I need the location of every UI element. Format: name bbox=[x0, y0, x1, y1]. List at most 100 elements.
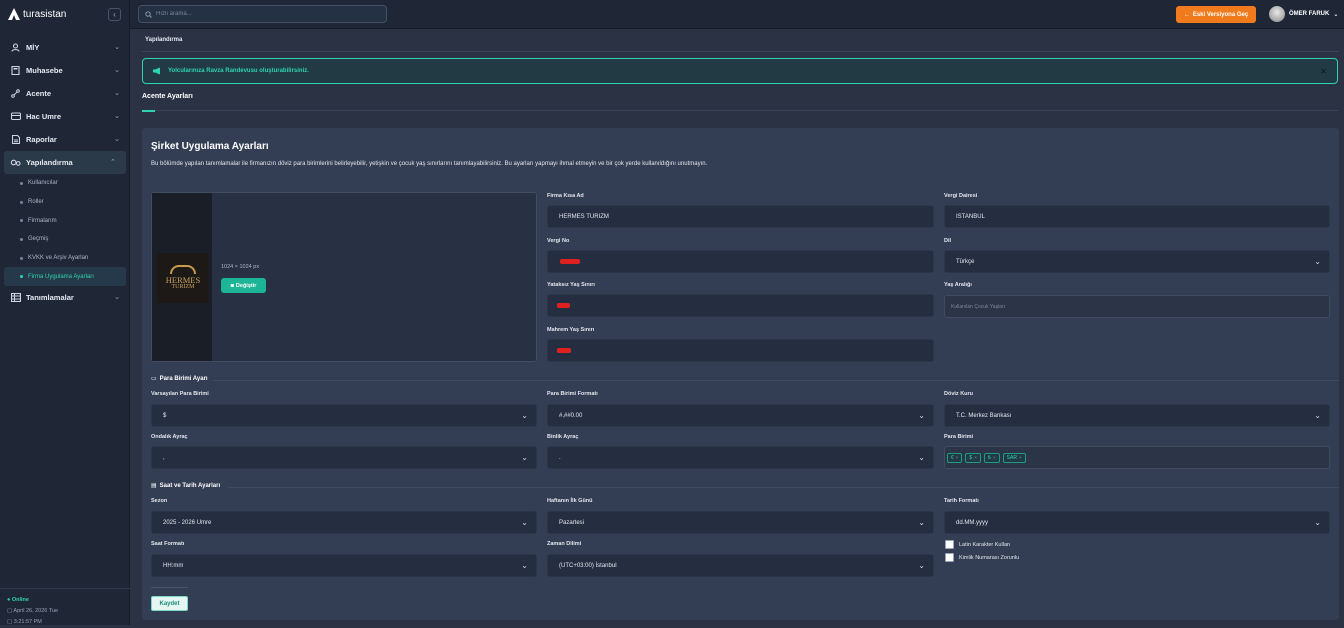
tax-no-label: Vergi No bbox=[547, 238, 570, 244]
sidebar-subitem-gecmis[interactable]: Geçmiş bbox=[0, 230, 130, 249]
datetime-section-title: ▤ Saat ve Tarih Ayarları bbox=[151, 482, 220, 490]
language-select[interactable]: Türkçe ⌄ bbox=[944, 250, 1330, 273]
thousand-separator-select[interactable]: . ⌄ bbox=[547, 446, 934, 469]
save-button[interactable]: Kaydet bbox=[151, 596, 188, 611]
sidebar-subitem-label: KVKK ve Arşiv Ayarları bbox=[28, 255, 89, 262]
active-tab-indicator bbox=[142, 110, 155, 112]
currency-tag[interactable]: € × bbox=[947, 452, 963, 463]
search-input[interactable] bbox=[156, 11, 376, 17]
logo-emblem-icon bbox=[170, 265, 196, 274]
sidebar-divider bbox=[0, 588, 130, 589]
logo-preview-area: HERMES TURİZM bbox=[152, 193, 212, 361]
report-icon bbox=[10, 134, 21, 145]
date-format-value: dd.MM.yyyy bbox=[956, 519, 989, 526]
chevron-down-icon: ⌄ bbox=[114, 294, 120, 302]
close-icon[interactable]: ✕ bbox=[1320, 67, 1327, 76]
date-format-select[interactable]: dd.MM.yyyy ⌄ bbox=[944, 511, 1330, 534]
chevron-down-icon: ⌄ bbox=[114, 67, 120, 74]
sidebar-item-muhasebe[interactable]: Muhasebe ⌄ bbox=[0, 59, 130, 82]
change-logo-button[interactable]: ◙ Değiştir bbox=[221, 278, 266, 293]
age-range-input[interactable]: Kullanılan Çocuk Yaşları bbox=[944, 295, 1330, 318]
default-currency-select[interactable]: $ ⌄ bbox=[151, 404, 537, 427]
currency-format-select[interactable]: #,##0.00 ⌄ bbox=[547, 404, 934, 427]
age-range-label: Yaş Aralığı bbox=[944, 282, 972, 288]
status-panel: ● Online ▢ April 26, 2026 Tue ▢ 3:21:57 … bbox=[7, 595, 58, 628]
chevron-down-icon: ⌄ bbox=[1333, 11, 1339, 18]
sidebar-item-yapilandirma[interactable]: Yapılandırma ⌃ bbox=[4, 151, 126, 174]
sidebar-item-hac-umre[interactable]: Hac Umre ⌄ bbox=[0, 105, 130, 128]
decimal-separator-label: Ondalık Ayraç bbox=[151, 434, 188, 440]
status-date: April 26, 2026 Tue bbox=[13, 608, 59, 614]
search-box[interactable] bbox=[138, 5, 387, 23]
old-version-button[interactable]: ← Eski Versiyona Geç bbox=[1176, 6, 1256, 23]
redacted-value bbox=[560, 259, 580, 264]
tax-office-label: Vergi Dairesi bbox=[944, 193, 978, 199]
week-start-select[interactable]: Pazartesi ⌄ bbox=[547, 511, 934, 534]
sidebar-subitem-firmalarim[interactable]: Firmalarım bbox=[0, 211, 130, 230]
remove-icon[interactable]: × bbox=[974, 455, 977, 460]
redacted-value bbox=[557, 303, 570, 308]
chevron-down-icon: ⌄ bbox=[918, 561, 925, 570]
latin-characters-checkbox[interactable]: Latin Karakter Kullan bbox=[945, 540, 1010, 549]
gear-icon bbox=[10, 157, 21, 168]
timezone-select[interactable]: (UTC+03:00) İstanbul ⌄ bbox=[547, 554, 934, 577]
mahram-age-input[interactable] bbox=[547, 339, 934, 362]
bed-age-input[interactable] bbox=[547, 294, 934, 317]
sidebar-nav: MİY ⌄ Muhasebe ⌄ Acente ⌄ Hac Umre ⌄ Rap… bbox=[0, 36, 130, 309]
app-logo[interactable]: turasistan bbox=[8, 8, 66, 20]
tax-no-input[interactable] bbox=[547, 250, 934, 273]
sidebar-item-miy[interactable]: MİY ⌄ bbox=[0, 36, 130, 59]
time-format-select[interactable]: HH:mm ⌄ bbox=[151, 554, 537, 577]
currency-tag[interactable]: SAR × bbox=[1002, 452, 1026, 463]
remove-icon[interactable]: × bbox=[1019, 455, 1022, 460]
season-select[interactable]: 2025 - 2026 Umre ⌄ bbox=[151, 511, 537, 534]
sidebar-item-label: Muhasebe bbox=[26, 66, 63, 75]
time-format-value: HH:mm bbox=[163, 562, 184, 569]
currency-tag-label: $ bbox=[969, 454, 973, 461]
thousand-separator-label: Binlik Ayraç bbox=[547, 434, 579, 440]
sidebar-subitem-kvkk[interactable]: KVKK ve Arşiv Ayarları bbox=[0, 249, 130, 268]
sidebar-item-tanimlamalar[interactable]: Tanımlamalar ⌄ bbox=[0, 286, 130, 309]
sidebar-item-raporlar[interactable]: Raporlar ⌄ bbox=[0, 128, 130, 151]
bus-icon bbox=[10, 111, 21, 122]
currency-format-label: Para Birimi Formatı bbox=[547, 391, 598, 397]
chevron-up-icon: ⌃ bbox=[110, 159, 116, 166]
topbar: ← Eski Versiyona Geç ÖMER FARUK ⌄ bbox=[130, 0, 1344, 29]
chevron-down-icon: ⌄ bbox=[521, 561, 528, 570]
grid-icon bbox=[10, 292, 21, 303]
sidebar-subitem-roller[interactable]: Roller bbox=[0, 193, 130, 212]
logo-line-2: TURİZM bbox=[171, 284, 195, 290]
calendar-icon: ▤ bbox=[151, 483, 157, 489]
sidebar: turasistan ‹ MİY ⌄ Muhasebe ⌄ Acente ⌄ H… bbox=[0, 0, 130, 625]
age-range-placeholder: Kullanılan Çocuk Yaşları bbox=[951, 303, 1006, 310]
currency-tag[interactable]: $ × bbox=[965, 452, 981, 463]
chevron-down-icon: ⌄ bbox=[1314, 518, 1321, 527]
short-name-input[interactable]: HERMES TURIZM bbox=[547, 205, 934, 228]
exchange-rate-select[interactable]: T.C. Merkez Bankası ⌄ bbox=[944, 404, 1330, 427]
sidebar-item-label: Tanımlamalar bbox=[26, 293, 74, 303]
decimal-separator-select[interactable]: , ⌄ bbox=[151, 446, 537, 469]
remove-icon[interactable]: × bbox=[956, 455, 959, 460]
id-required-checkbox[interactable]: Kimlik Numarası Zorunlu bbox=[945, 553, 1019, 562]
section-divider bbox=[213, 380, 1339, 381]
user-menu[interactable]: ÖMER FARUK ⌄ bbox=[1269, 6, 1338, 22]
sidebar-subitem-label: Firma Uygulama Ayarları bbox=[28, 273, 94, 280]
checkbox-box[interactable] bbox=[945, 540, 954, 549]
bullet-icon bbox=[20, 275, 23, 279]
chevron-down-icon: ⌄ bbox=[114, 44, 120, 51]
collapse-sidebar-button[interactable]: ‹ bbox=[108, 8, 121, 21]
sidebar-subitem-firma-uygulama-ayarlari[interactable]: Firma Uygulama Ayarları bbox=[4, 267, 126, 287]
currency-tag[interactable]: ₺ × bbox=[983, 452, 1000, 463]
sidebar-subitem-label: Kullanıcılar bbox=[28, 180, 58, 187]
bullet-icon bbox=[20, 237, 23, 241]
checkbox-box[interactable] bbox=[945, 553, 954, 562]
tax-office-input[interactable]: ISTANBUL bbox=[944, 205, 1330, 228]
sidebar-subitem-kullanicilar[interactable]: Kullanıcılar bbox=[0, 174, 130, 193]
tab-acente-ayarlari[interactable]: Acente Ayarları bbox=[142, 93, 193, 100]
currency-tag-label: ₺ bbox=[987, 454, 992, 461]
remove-icon[interactable]: × bbox=[993, 455, 996, 460]
tab-divider bbox=[142, 110, 1338, 111]
sidebar-item-acente[interactable]: Acente ⌄ bbox=[0, 82, 130, 105]
default-currency-value: $ bbox=[163, 412, 167, 419]
exchange-rate-label: Döviz Kuru bbox=[944, 391, 974, 397]
